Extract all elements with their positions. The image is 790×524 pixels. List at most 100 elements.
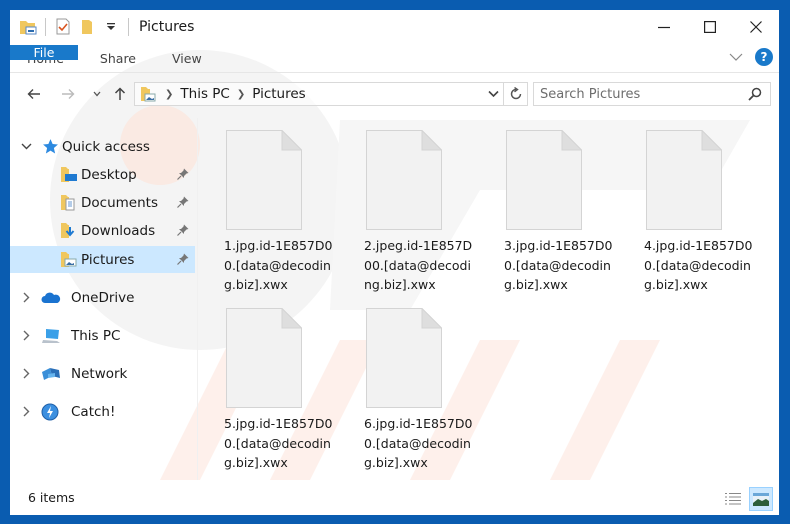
search-icon[interactable] [748,87,762,105]
onedrive-cloud-icon [40,289,62,307]
large-icons-view-button[interactable] [749,487,773,511]
file-name: 3.jpg.id-1E857D0 0.[data@decodin g.biz].xw… [504,236,626,295]
sidebar-item-label: Network [71,365,128,382]
desktop-folder-icon [60,166,78,184]
checkmark-document-icon[interactable] [54,18,72,36]
sidebar-item-quick-access[interactable]: Quick access [10,133,195,160]
pane-divider[interactable] [197,118,198,480]
blank-file-icon [226,307,303,408]
close-button[interactable] [733,10,779,43]
sidebar-item-network[interactable]: Network [10,360,195,387]
item-count: 6 items [28,490,75,505]
expand-ribbon-button[interactable] [729,50,743,65]
sidebar-item-label: This PC [71,327,121,344]
expand-chevron-right-icon[interactable] [20,368,32,379]
pin-icon[interactable] [177,168,189,184]
explorer-window: Pictures File Home Share View ? [10,10,779,515]
details-view-button[interactable] [721,487,745,511]
quick-access-toolbar [10,10,137,43]
up-button[interactable] [110,83,130,105]
maximize-button[interactable] [687,10,733,43]
sidebar-item-this-pc[interactable]: This PC [10,322,195,349]
expand-chevron-right-icon[interactable] [20,292,32,303]
breadcrumb-separator: ❯ [236,88,246,100]
file-item[interactable]: 3.jpg.id-1E857D0 0.[data@decodin g.biz].xw… [490,118,620,293]
arrow-up-icon [114,87,126,100]
expand-chevron-down-icon[interactable] [20,143,32,150]
file-item[interactable]: 6.jpg.id-1E857D0 0.[data@decodin g.biz].xw… [350,296,480,471]
blank-file-icon [366,129,443,230]
blank-file-icon [366,307,443,408]
sidebar-item-label: Pictures [81,251,135,268]
chevron-down-icon [488,90,499,98]
recent-locations-button[interactable] [90,83,104,105]
sidebar-item-downloads[interactable]: Downloads [10,217,195,244]
status-bar: 6 items [10,483,779,515]
refresh-button[interactable] [503,83,527,105]
sidebar-item-label: Downloads [81,222,156,239]
ribbon-right-controls: ? [729,48,773,66]
breadcrumb-pictures[interactable]: Pictures [252,86,305,102]
toolbar-separator [45,17,46,36]
minimize-button[interactable] [641,10,687,43]
file-name-line: 0.[data@decodin [504,257,611,273]
computer-icon [40,327,62,345]
help-button[interactable]: ? [755,48,773,66]
file-item[interactable]: 2.jpeg.id-1E857D 00.[data@decodi ng.biz].x… [350,118,480,293]
search-box[interactable] [533,82,771,106]
sidebar-item-documents[interactable]: Documents [10,189,195,216]
tab-view[interactable]: View [154,45,220,72]
file-name-line: 0.[data@decodin [364,435,471,451]
sidebar-item-desktop[interactable]: Desktop [10,161,195,188]
sidebar-item-label: Desktop [81,166,137,183]
address-dropdown-button[interactable] [488,87,499,102]
file-item[interactable]: 1.jpg.id-1E857D0 0.[data@decodin g.biz].xw… [210,118,340,293]
back-button[interactable] [24,83,44,105]
close-icon [750,20,762,33]
pictures-folder-icon [140,86,158,102]
tab-file[interactable]: File [10,45,78,60]
maximize-icon [704,20,716,33]
ribbon-tabs: File Home Share View ? [10,45,779,73]
file-list: 1.jpg.id-1E857D0 0.[data@decodin g.biz].xw… [210,118,770,483]
search-input[interactable] [540,86,740,102]
downloads-folder-icon [60,222,78,240]
file-item[interactable]: 5.jpg.id-1E857D0 0.[data@decodin g.biz].xw… [210,296,340,471]
sidebar-item-onedrive[interactable]: OneDrive [10,284,195,311]
tab-share[interactable]: Share [82,45,154,72]
sidebar-item-label: Documents [81,194,158,211]
network-icon [40,365,62,383]
customize-dropdown-icon[interactable] [102,18,120,36]
file-name: 6.jpg.id-1E857D0 0.[data@decodin g.biz].xw… [364,414,486,473]
documents-folder-icon [60,194,78,212]
expand-chevron-right-icon[interactable] [20,330,32,341]
file-name-line: 5.jpg.id-1E857D0 [224,416,333,431]
file-name: 5.jpg.id-1E857D0 0.[data@decodin g.biz].xw… [224,414,346,473]
chevron-down-icon [729,53,743,61]
sidebar-item-pictures[interactable]: Pictures [10,246,195,273]
expand-chevron-right-icon[interactable] [20,406,32,417]
breadcrumb-this-pc[interactable]: This PC [180,86,229,102]
sidebar-item-catch[interactable]: Catch! [10,398,195,425]
address-bar[interactable]: ❯ This PC ❯ Pictures [134,82,528,106]
blank-file-icon [226,129,303,230]
file-name-line: g.biz].xwx [364,455,428,470]
pin-icon[interactable] [177,224,189,240]
sidebar-item-label: OneDrive [71,289,135,306]
blank-file-icon [646,129,723,230]
pin-icon[interactable] [177,253,189,269]
file-name-line: ng.biz].xwx [364,277,436,292]
file-name-line: g.biz].xwx [224,455,288,470]
file-name-line: 0.[data@decodin [224,257,331,273]
file-name-line: 1.jpg.id-1E857D0 [224,238,333,253]
file-item[interactable]: 4.jpg.id-1E857D0 0.[data@decodin g.biz].xw… [630,118,760,293]
file-name-line: 00.[data@decodi [364,257,471,273]
forward-button[interactable] [58,83,78,105]
file-name-line: g.biz].xwx [504,277,568,292]
new-folder-icon[interactable] [78,18,96,36]
pin-icon[interactable] [177,196,189,212]
toolbar-separator [128,17,129,36]
navigation-pane: Quick access Desktop Documents Downloads… [10,128,197,478]
file-name-line: 0.[data@decodin [224,435,331,451]
folder-properties-icon[interactable] [19,18,37,36]
